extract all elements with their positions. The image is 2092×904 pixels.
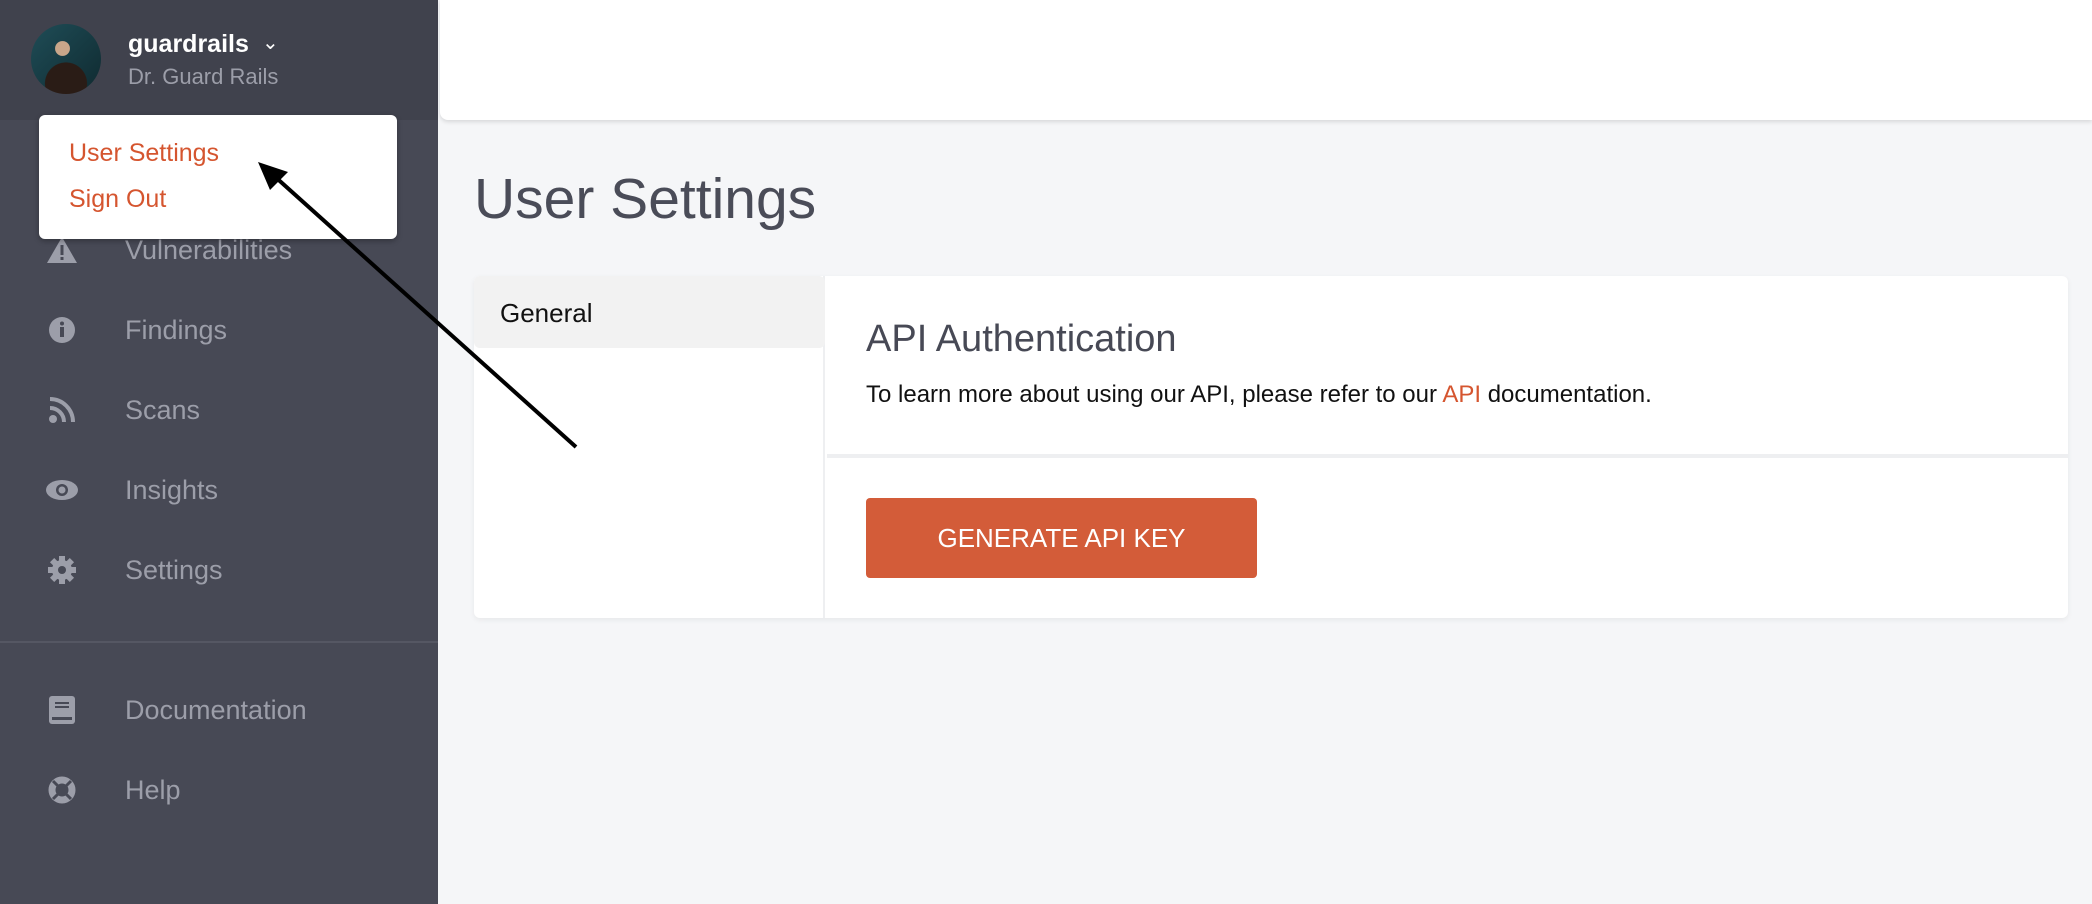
book-icon <box>42 696 82 724</box>
lifebuoy-icon <box>42 776 82 804</box>
sidebar-divider <box>0 641 438 643</box>
section-title: API Authentication <box>866 318 1177 360</box>
menu-item-sign-out[interactable]: Sign Out <box>69 185 166 214</box>
sidebar-item-scans[interactable]: Scans <box>0 380 438 440</box>
user-header[interactable]: guardrails ⌄ Dr. Guard Rails <box>0 0 438 120</box>
org-name: guardrails <box>128 30 249 58</box>
section-description: To learn more about using our API, pleas… <box>866 381 1652 409</box>
warning-icon <box>42 236 82 264</box>
eye-icon <box>42 479 82 501</box>
sidebar-item-help[interactable]: Help <box>0 760 438 820</box>
info-icon <box>42 316 82 344</box>
generate-api-key-button[interactable]: GENERATE API KEY <box>866 498 1257 578</box>
chevron-down-icon[interactable]: ⌄ <box>262 30 279 55</box>
sidebar-item-findings[interactable]: Findings <box>0 300 438 360</box>
sidebar-item-settings[interactable]: Settings <box>0 540 438 600</box>
section-divider <box>827 454 2068 458</box>
top-bar <box>440 0 2092 120</box>
page-title: User Settings <box>474 167 817 231</box>
tab-general[interactable]: General <box>474 276 825 348</box>
gear-icon <box>42 556 82 584</box>
description-text-end: documentation. <box>1481 381 1652 408</box>
user-dropdown-menu: User Settings Sign Out <box>39 115 397 239</box>
sidebar-item-documentation[interactable]: Documentation <box>0 680 438 740</box>
settings-tabs: General <box>474 276 825 618</box>
user-name: Dr. Guard Rails <box>128 64 279 89</box>
settings-card: General API Authentication To learn more… <box>474 276 2068 618</box>
description-text: To learn more about using our API, pleas… <box>866 381 1443 408</box>
avatar <box>31 24 101 94</box>
rss-icon <box>42 396 82 424</box>
api-docs-link[interactable]: API <box>1442 381 1481 408</box>
menu-item-user-settings[interactable]: User Settings <box>69 139 219 168</box>
sidebar-item-insights[interactable]: Insights <box>0 460 438 520</box>
